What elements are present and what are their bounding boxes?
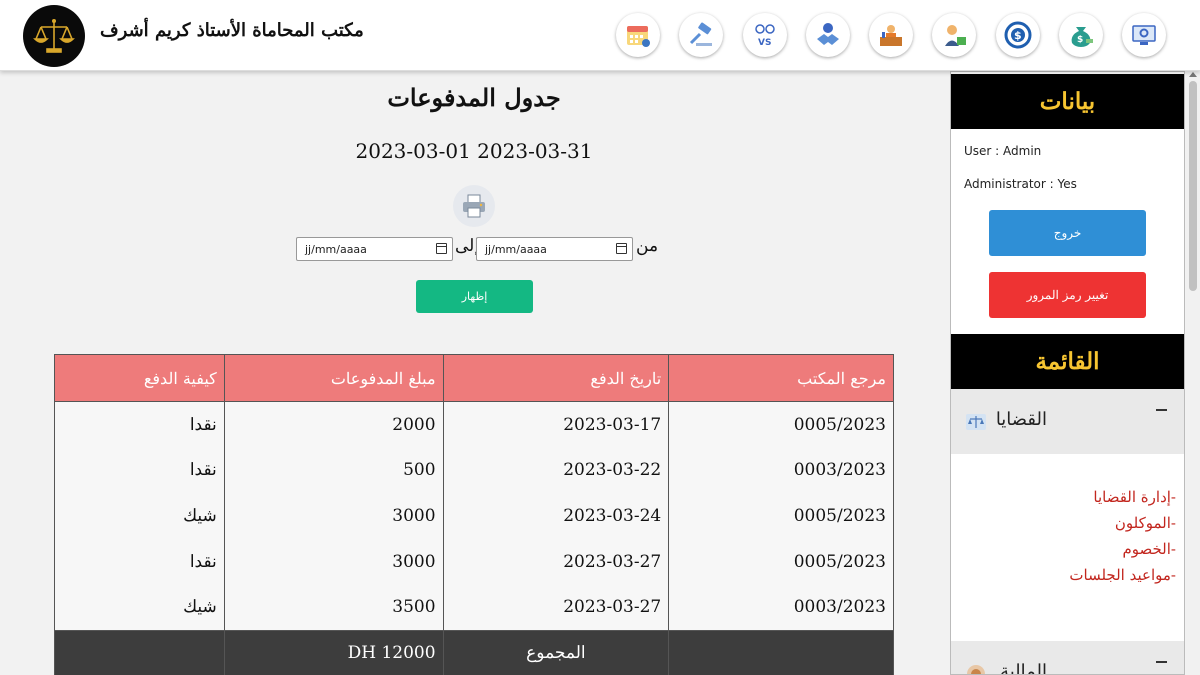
table-row: 0003/2023 2023-03-27 3500 شيك	[54, 584, 894, 631]
versus-icon[interactable]: VS	[742, 13, 787, 57]
calendar-icon[interactable]	[616, 13, 660, 57]
from-label: من	[636, 236, 659, 256]
calendar-picker-icon[interactable]	[616, 243, 627, 254]
cell-office-ref: 0005/2023	[668, 401, 894, 448]
calendar-picker-icon[interactable]	[436, 243, 447, 254]
show-button[interactable]: إظهار	[416, 280, 533, 313]
total-value: 12000 DH	[223, 629, 444, 675]
header-payment-method: كيفية الدفع	[54, 354, 225, 402]
table-header-row: مرجع المكتب تاريخ الدفع مبلغ المدفوعات ك…	[54, 354, 894, 402]
page-scrollbar[interactable]	[1186, 71, 1200, 675]
to-date-placeholder: jj/mm/aaaa	[305, 242, 367, 256]
cell-payment-amount: 3500	[223, 584, 444, 631]
scales-icon	[965, 411, 987, 433]
cases-submenu: -إدارة القضايا -الموكلون -الخصوم -مواعيد…	[951, 484, 1184, 588]
cell-payment-date: 2023-03-27	[442, 538, 670, 585]
main-content: جدول المدفوعات 2023-03-01 2023-03-31 jj/…	[0, 71, 948, 675]
menu-cases[interactable]: القضايا	[951, 389, 1184, 454]
total-label: المجموع	[442, 629, 670, 675]
table-row: 0003/2023 2023-03-22 500 نقدا	[54, 447, 894, 494]
cell-payment-amount: 2000	[223, 401, 444, 448]
cell-office-ref: 0003/2023	[668, 584, 894, 631]
data-heading: بيانات	[951, 74, 1184, 129]
collapse-icon[interactable]	[1156, 661, 1167, 663]
total-row: المجموع 12000 DH	[54, 629, 894, 675]
header-office-ref: مرجع المكتب	[668, 354, 894, 402]
svg-text:VS: VS	[758, 38, 771, 48]
cell-payment-amount: 3000	[223, 493, 444, 539]
table-row: 0005/2023 2023-03-27 3000 نقدا	[54, 538, 894, 585]
cell-payment-amount: 500	[223, 447, 444, 494]
gavel-icon[interactable]	[679, 13, 724, 57]
collapse-icon[interactable]	[1156, 409, 1167, 411]
submenu-manage-cases[interactable]: -إدارة القضايا	[951, 484, 1184, 510]
user-info: User : Admin	[964, 144, 1042, 158]
printer-icon[interactable]	[453, 185, 495, 227]
cell-payment-date: 2023-03-22	[442, 447, 670, 494]
header-payment-date: تاريخ الدفع	[442, 354, 670, 402]
total-empty-cell	[668, 629, 894, 675]
cell-payment-method: نقدا	[54, 538, 225, 585]
scroll-thumb[interactable]	[1189, 81, 1197, 291]
dollar-coin-icon[interactable]: $	[995, 13, 1040, 57]
cell-office-ref: 0003/2023	[668, 447, 894, 494]
agreement-icon[interactable]	[805, 13, 850, 57]
cell-payment-method: شيك	[54, 584, 225, 631]
menu-finance[interactable]: المالية	[951, 641, 1184, 675]
to-date-input[interactable]: jj/mm/aaaa	[296, 237, 453, 261]
lawyer-desk-icon[interactable]	[869, 13, 914, 57]
submenu-clients[interactable]: -الموكلون	[951, 510, 1184, 536]
accountant-icon[interactable]	[932, 13, 977, 57]
money-icon	[965, 663, 987, 674]
submenu-opponents[interactable]: -الخصوم	[951, 536, 1184, 562]
from-date-placeholder: jj/mm/aaaa	[485, 242, 547, 256]
cell-payment-date: 2023-03-17	[442, 401, 670, 448]
payments-table: مرجع المكتب تاريخ الدفع مبلغ المدفوعات ك…	[54, 354, 894, 675]
table-row: 0005/2023 2023-03-17 2000 نقدا	[54, 401, 894, 448]
cell-payment-method: شيك	[54, 493, 225, 539]
cell-payment-date: 2023-03-24	[442, 493, 670, 539]
cell-office-ref: 0005/2023	[668, 538, 894, 585]
svg-text:$: $	[1077, 35, 1083, 45]
money-bag-icon[interactable]: $	[1059, 13, 1104, 57]
from-date-input[interactable]: jj/mm/aaaa	[476, 237, 633, 261]
scales-logo-icon[interactable]	[23, 5, 85, 67]
menu-finance-label: المالية	[1000, 661, 1047, 675]
admin-info: Administrator : Yes	[964, 177, 1077, 191]
svg-text:$: $	[1014, 29, 1022, 42]
top-header: مكتب المحاماة الأستاذ كريم أشرف VS $ $	[0, 0, 1200, 71]
menu-cases-label: القضايا	[995, 409, 1047, 430]
cell-payment-method: نقدا	[54, 401, 225, 448]
date-range: 2023-03-01 2023-03-31	[355, 139, 593, 163]
logout-button[interactable]: خروج	[989, 210, 1146, 256]
scroll-up-arrow-icon[interactable]	[1189, 72, 1197, 77]
submenu-hearings[interactable]: -مواعيد الجلسات	[951, 562, 1184, 588]
right-sidebar: بيانات User : Admin Administrator : Yes …	[950, 71, 1185, 675]
menu-heading: القائمة	[951, 334, 1184, 389]
cell-payment-date: 2023-03-27	[442, 584, 670, 631]
change-password-button[interactable]: تغيير رمز المرور	[989, 272, 1146, 318]
table-row: 0005/2023 2023-03-24 3000 شيك	[54, 493, 894, 539]
cell-office-ref: 0005/2023	[668, 493, 894, 539]
header-payment-amount: مبلغ المدفوعات	[223, 354, 444, 402]
page-title: جدول المدفوعات	[387, 83, 561, 112]
office-brand-name: مكتب المحاماة الأستاذ كريم أشرف	[100, 20, 364, 41]
cell-payment-method: نقدا	[54, 447, 225, 494]
cell-payment-amount: 3000	[223, 538, 444, 585]
total-empty-cell	[54, 629, 225, 675]
top-nav-icons: VS $ $	[616, 13, 1186, 57]
monitor-settings-icon[interactable]	[1122, 13, 1167, 57]
